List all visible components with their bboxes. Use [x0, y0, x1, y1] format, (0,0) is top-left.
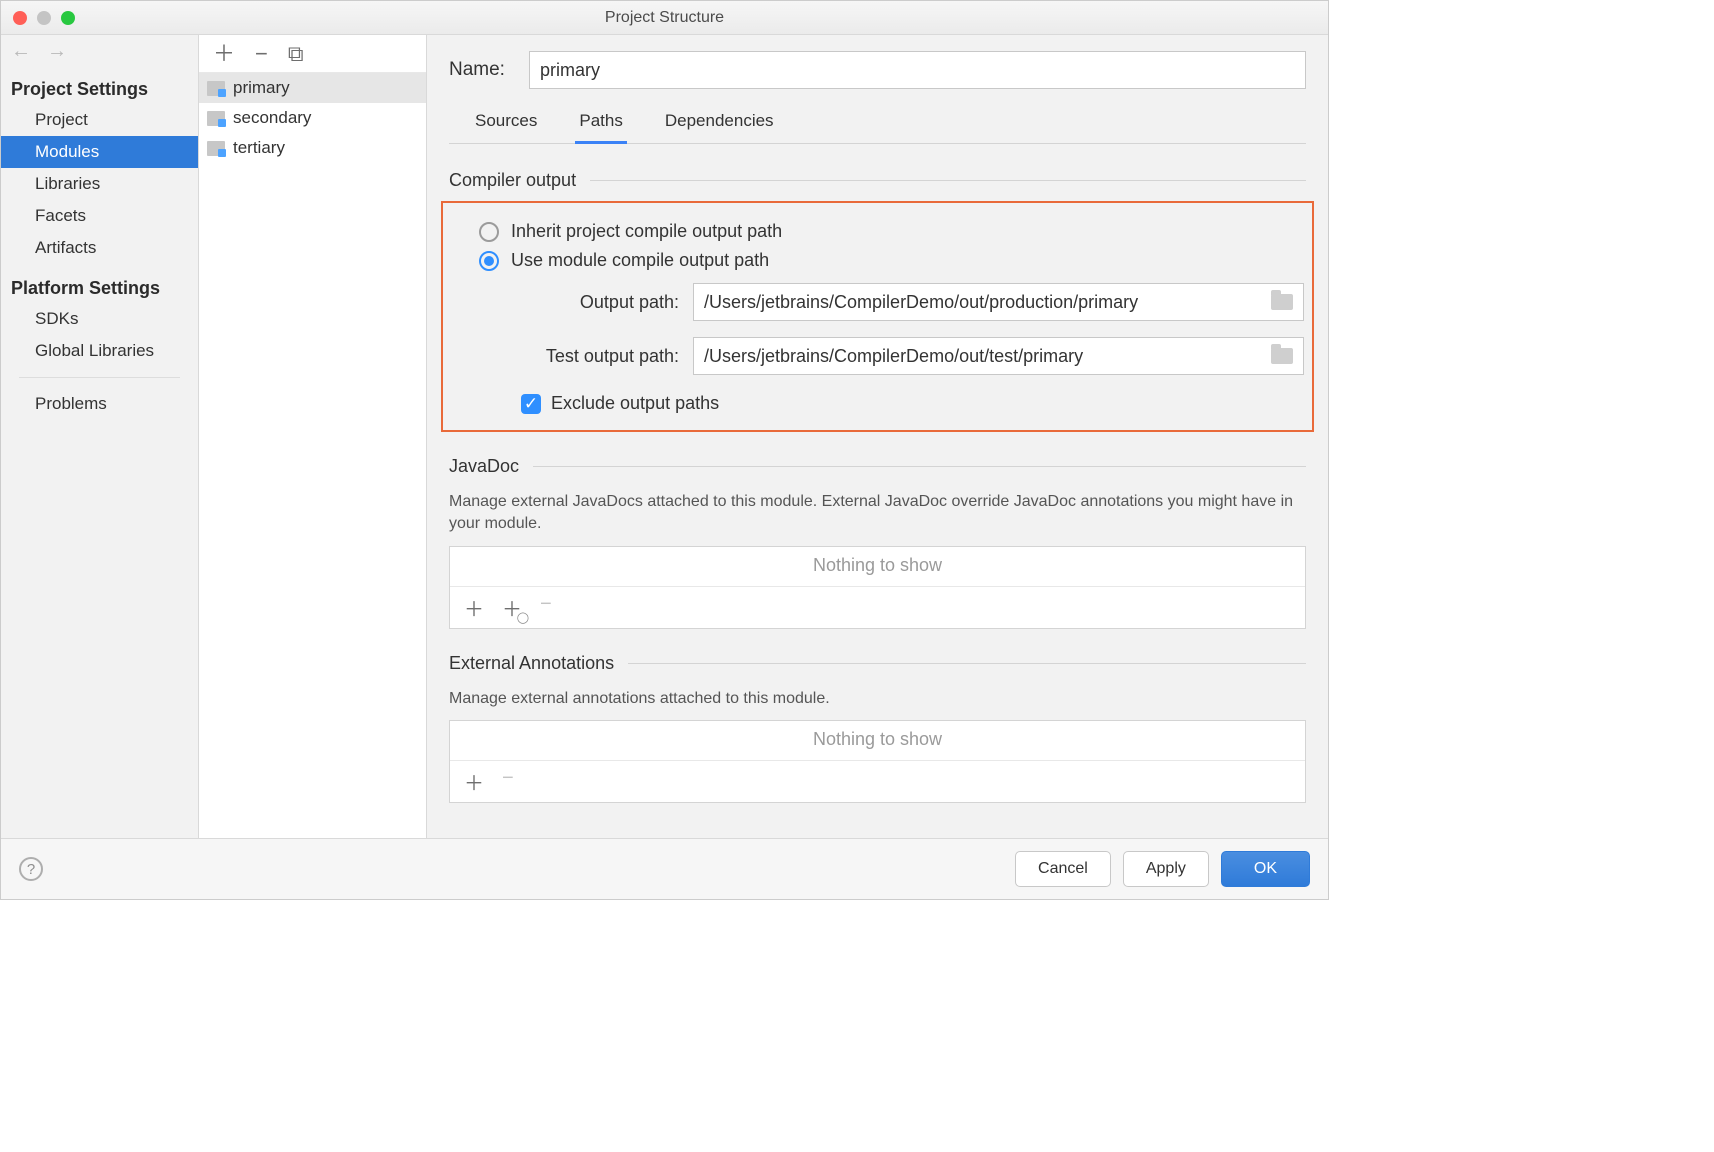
sidebar-item-global-libraries[interactable]: Global Libraries — [1, 335, 198, 367]
help-icon[interactable]: ? — [19, 857, 43, 881]
copy-module-icon[interactable]: ⧉ — [288, 43, 304, 65]
javadoc-remove-icon[interactable]: − — [540, 593, 552, 622]
cancel-button[interactable]: Cancel — [1015, 851, 1111, 887]
titlebar: Project Structure — [1, 1, 1328, 35]
add-module-icon[interactable]: ＋ — [213, 43, 235, 65]
tab-paths[interactable]: Paths — [575, 111, 626, 144]
browse-folder-icon[interactable] — [1271, 294, 1293, 310]
sidebar-item-problems[interactable]: Problems — [1, 388, 198, 420]
body: ← → Project Settings Project Modules Lib… — [1, 35, 1328, 838]
compiler-highlight-box: Inherit project compile output path Use … — [441, 201, 1314, 432]
module-icon — [207, 111, 225, 126]
radio-inherit[interactable] — [479, 222, 499, 242]
radio-use-module-label: Use module compile output path — [511, 250, 769, 271]
back-arrow-icon[interactable]: ← — [11, 41, 31, 65]
javadoc-description: Manage external JavaDocs attached to thi… — [449, 487, 1306, 546]
sidebar-item-sdks[interactable]: SDKs — [1, 303, 198, 335]
dialog-footer: ? Cancel Apply OK — [1, 838, 1328, 899]
settings-sidebar: ← → Project Settings Project Modules Lib… — [1, 35, 199, 838]
ok-button[interactable]: OK — [1221, 851, 1310, 887]
exclude-paths-label: Exclude output paths — [551, 393, 719, 414]
compiler-output-section: Compiler output Inherit project compile … — [427, 156, 1328, 442]
annotations-list: Nothing to show ＋ − — [449, 720, 1306, 803]
annotations-description: Manage external annotations attached to … — [449, 684, 1306, 720]
module-label: primary — [233, 78, 290, 98]
section-divider — [533, 466, 1306, 467]
section-divider — [628, 663, 1306, 664]
output-path-label: Output path: — [479, 292, 679, 313]
project-settings-header: Project Settings — [1, 65, 198, 104]
tab-dependencies[interactable]: Dependencies — [661, 111, 778, 143]
module-name-input[interactable] — [529, 51, 1306, 89]
radio-use-module[interactable] — [479, 251, 499, 271]
radio-inherit-label: Inherit project compile output path — [511, 221, 782, 242]
test-output-path-row: Test output path: — [451, 329, 1304, 383]
module-item-primary[interactable]: primary — [199, 73, 426, 103]
compiler-output-title: Compiler output — [449, 170, 576, 191]
radio-inherit-row[interactable]: Inherit project compile output path — [451, 217, 1304, 246]
annotations-empty-text: Nothing to show — [450, 721, 1305, 760]
window-title: Project Structure — [1, 9, 1328, 27]
javadoc-add-url-icon[interactable]: ＋ — [502, 593, 522, 622]
javadoc-title: JavaDoc — [449, 456, 519, 477]
section-divider — [590, 180, 1306, 181]
javadoc-toolbar: ＋ ＋ − — [450, 586, 1305, 628]
modules-toolbar: ＋ − ⧉ — [199, 35, 426, 73]
test-output-path-input[interactable] — [694, 346, 1261, 367]
module-label: tertiary — [233, 138, 285, 158]
sidebar-divider — [19, 377, 180, 378]
remove-module-icon[interactable]: − — [255, 43, 268, 65]
test-output-path-label: Test output path: — [479, 346, 679, 367]
javadoc-section: JavaDoc Manage external JavaDocs attache… — [427, 442, 1328, 639]
javadoc-empty-text: Nothing to show — [450, 547, 1305, 586]
output-path-input[interactable] — [694, 292, 1261, 313]
main-header: Name: Sources Paths Dependencies — [427, 35, 1328, 144]
sidebar-item-libraries[interactable]: Libraries — [1, 168, 198, 200]
name-label: Name: — [449, 59, 511, 81]
sidebar-item-modules[interactable]: Modules — [1, 136, 198, 168]
apply-button[interactable]: Apply — [1123, 851, 1209, 887]
annotations-remove-icon[interactable]: − — [502, 767, 514, 796]
module-detail-panel: Name: Sources Paths Dependencies Compile… — [427, 35, 1328, 838]
annotations-title: External Annotations — [449, 653, 614, 674]
nav-arrows: ← → — [1, 35, 198, 65]
sidebar-item-artifacts[interactable]: Artifacts — [1, 232, 198, 264]
paths-scroll-area: Compiler output Inherit project compile … — [427, 144, 1328, 838]
module-tabs: Sources Paths Dependencies — [449, 89, 1306, 144]
sidebar-item-project[interactable]: Project — [1, 104, 198, 136]
radio-use-module-row[interactable]: Use module compile output path — [451, 246, 1304, 275]
javadoc-add-icon[interactable]: ＋ — [464, 593, 484, 622]
module-item-tertiary[interactable]: tertiary — [199, 133, 426, 163]
test-output-path-field — [693, 337, 1304, 375]
annotations-add-icon[interactable]: ＋ — [464, 767, 484, 796]
module-icon — [207, 81, 225, 96]
exclude-paths-row[interactable]: ✓ Exclude output paths — [451, 383, 1304, 416]
module-label: secondary — [233, 108, 311, 128]
platform-settings-header: Platform Settings — [1, 264, 198, 303]
exclude-paths-checkbox[interactable]: ✓ — [521, 394, 541, 414]
javadoc-list: Nothing to show ＋ ＋ − — [449, 546, 1306, 629]
modules-column: ＋ − ⧉ primary secondary tertiary — [199, 35, 427, 838]
project-structure-window: Project Structure ← → Project Settings P… — [0, 0, 1329, 900]
tab-sources[interactable]: Sources — [471, 111, 541, 143]
external-annotations-section: External Annotations Manage external ann… — [427, 639, 1328, 813]
module-item-secondary[interactable]: secondary — [199, 103, 426, 133]
module-icon — [207, 141, 225, 156]
annotations-toolbar: ＋ − — [450, 760, 1305, 802]
forward-arrow-icon[interactable]: → — [47, 41, 67, 65]
output-path-field — [693, 283, 1304, 321]
sidebar-item-facets[interactable]: Facets — [1, 200, 198, 232]
output-path-row: Output path: — [451, 275, 1304, 329]
browse-folder-icon[interactable] — [1271, 348, 1293, 364]
